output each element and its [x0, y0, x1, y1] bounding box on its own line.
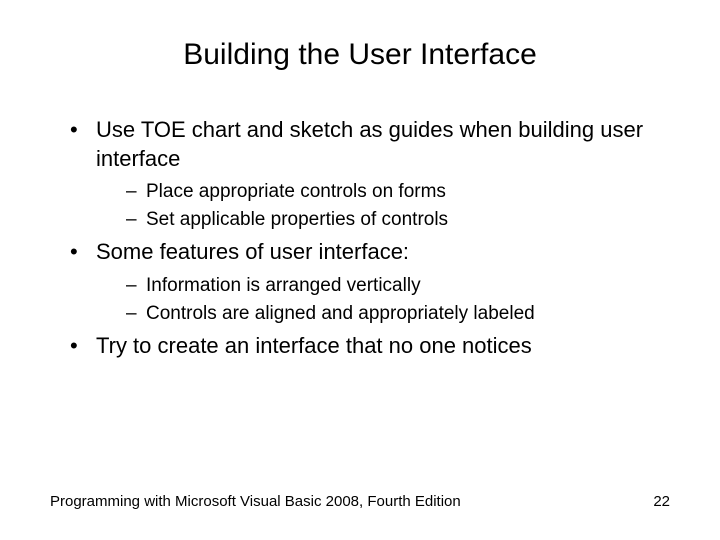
bullet-text: Some features of user interface: [96, 239, 409, 264]
sub-bullet-list: Information is arranged vertically Contr… [96, 273, 670, 326]
sub-bullet-list: Place appropriate controls on forms Set … [96, 179, 670, 232]
bullet-text: Use TOE chart and sketch as guides when … [96, 117, 643, 171]
page-number: 22 [653, 493, 670, 510]
bullet-item: Try to create an interface that no one n… [70, 332, 670, 361]
footer-left: Programming with Microsoft Visual Basic … [50, 493, 461, 510]
slide-title: Building the User Interface [50, 38, 670, 72]
sub-bullet-item: Set applicable properties of controls [126, 207, 670, 233]
slide: Building the User Interface Use TOE char… [0, 0, 720, 540]
bullet-item: Some features of user interface: Informa… [70, 238, 670, 326]
slide-footer: Programming with Microsoft Visual Basic … [50, 493, 670, 510]
bullet-text: Try to create an interface that no one n… [96, 333, 532, 358]
sub-bullet-item: Controls are aligned and appropriately l… [126, 301, 670, 327]
bullet-item: Use TOE chart and sketch as guides when … [70, 116, 670, 232]
sub-bullet-item: Place appropriate controls on forms [126, 179, 670, 205]
bullet-list: Use TOE chart and sketch as guides when … [50, 116, 670, 361]
sub-bullet-item: Information is arranged vertically [126, 273, 670, 299]
